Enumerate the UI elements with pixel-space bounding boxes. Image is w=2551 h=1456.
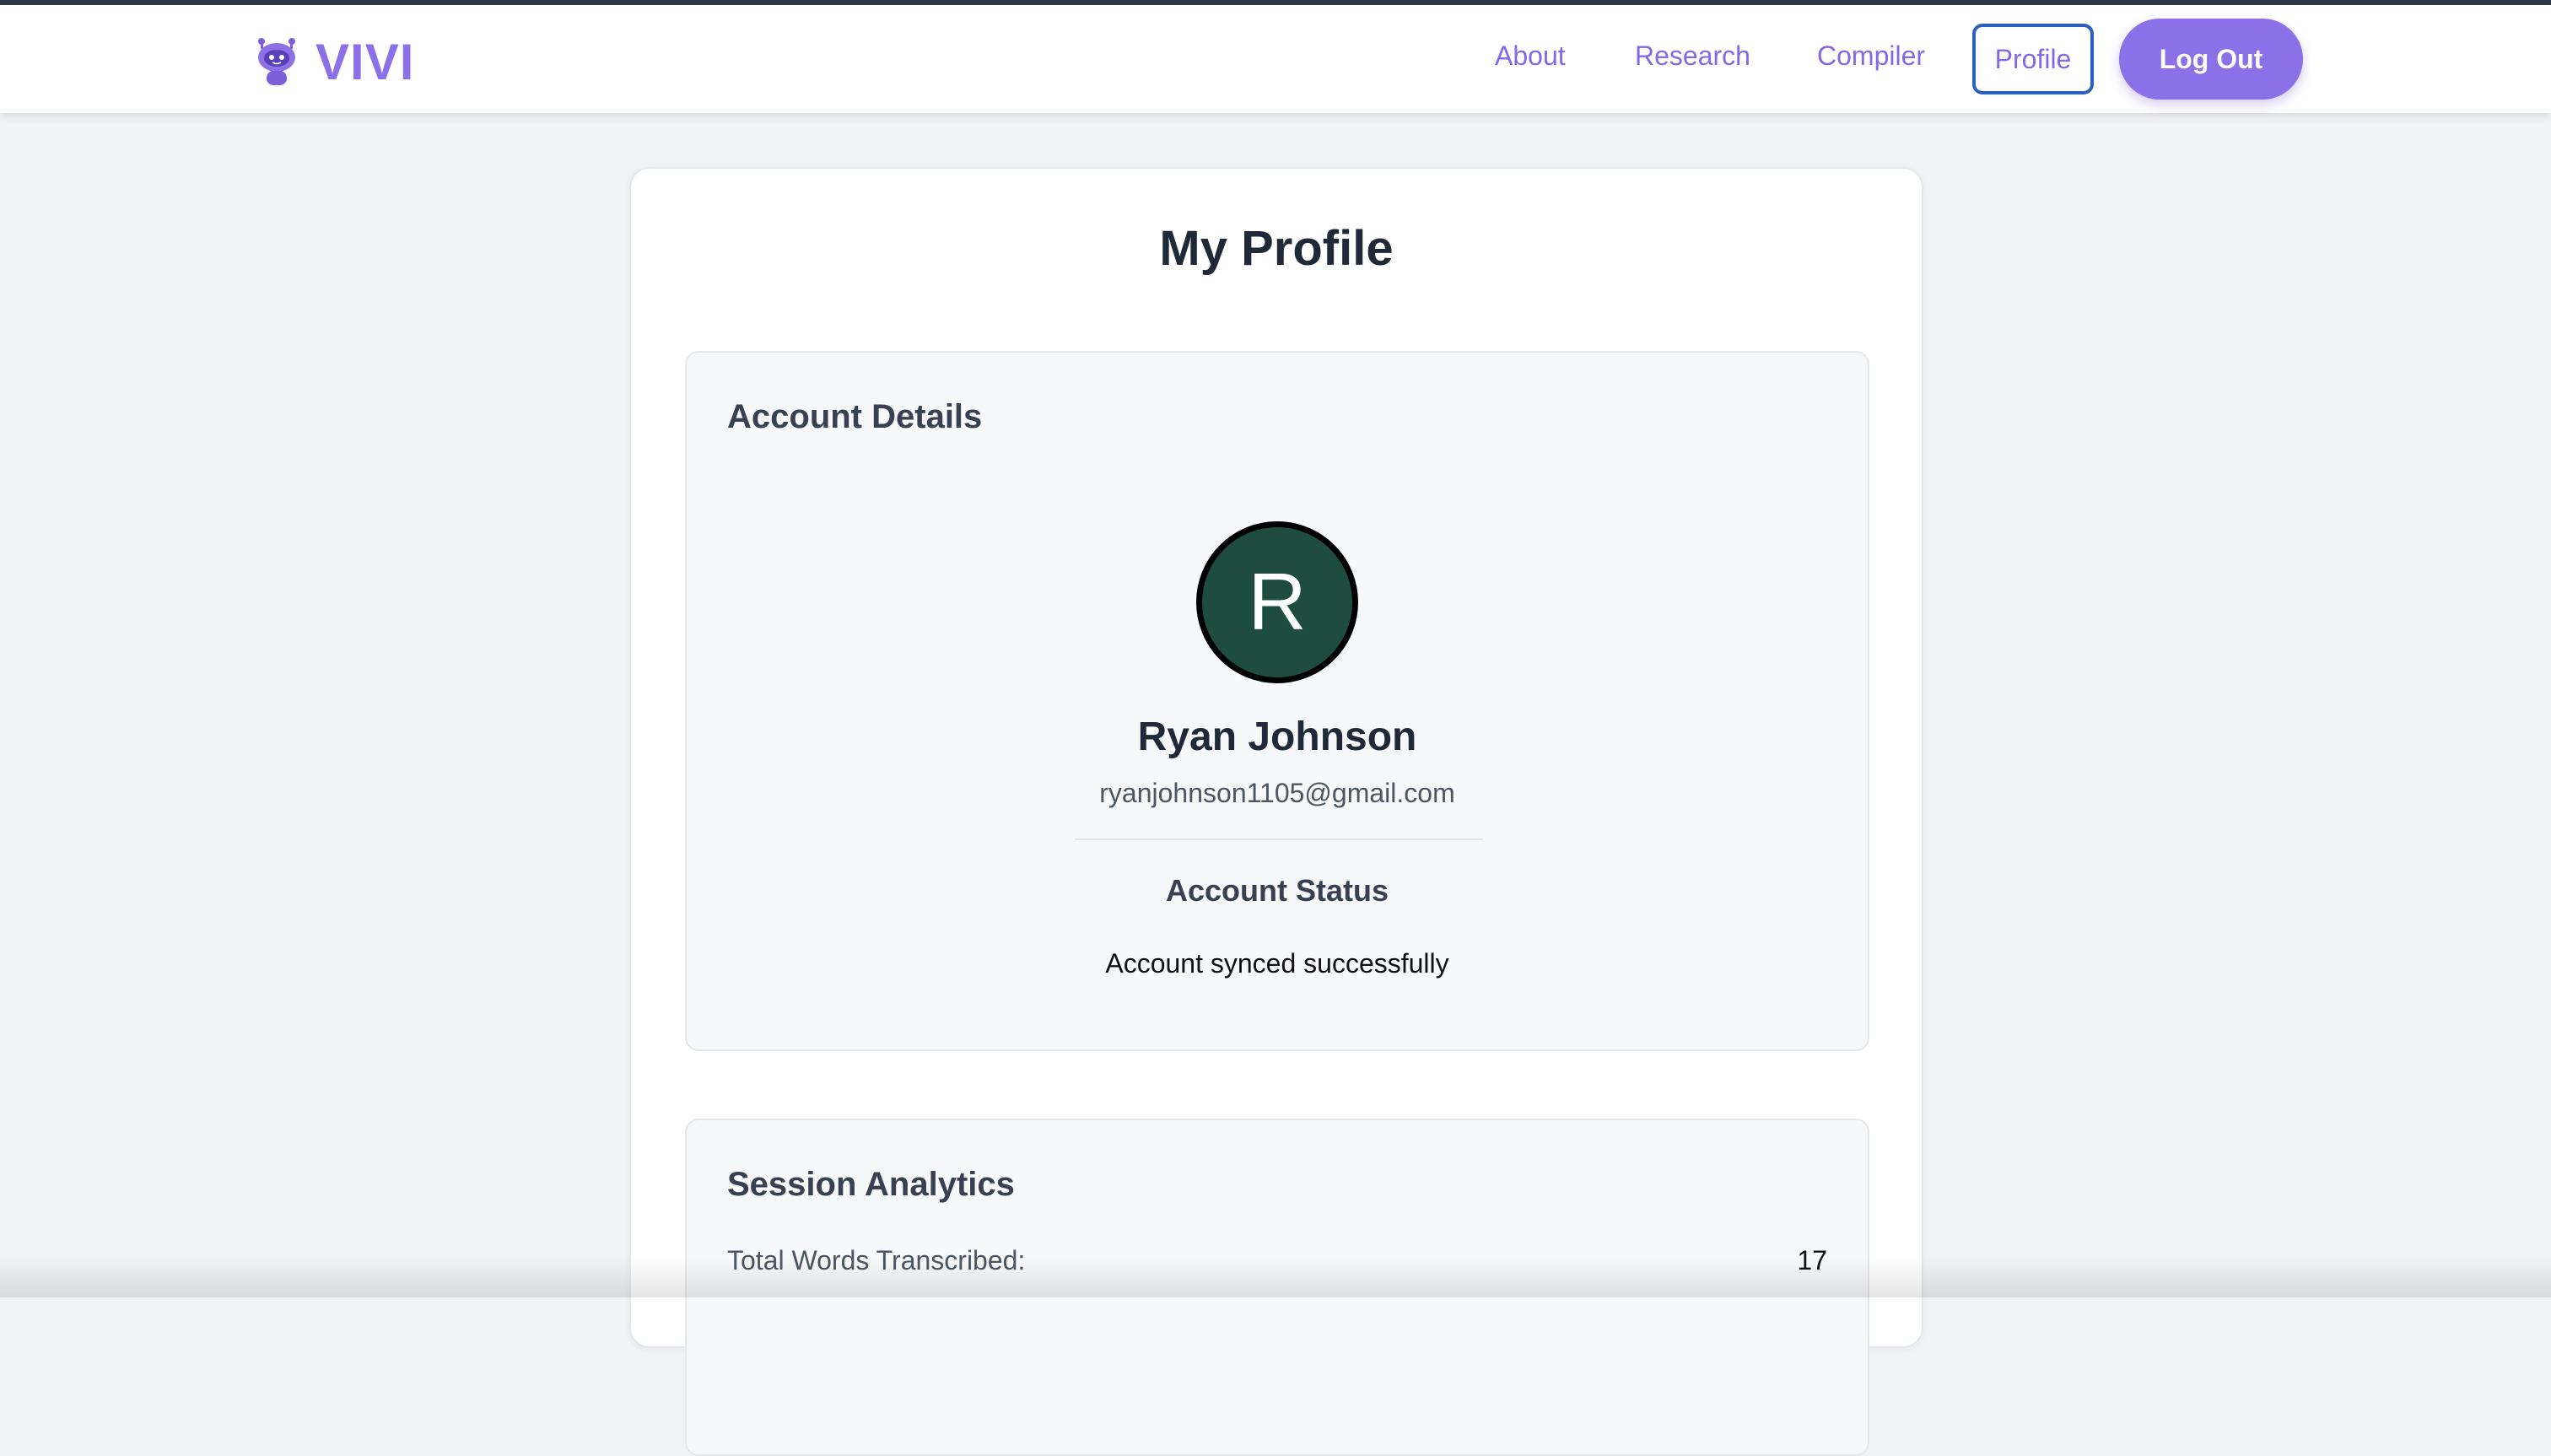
divider <box>1075 839 1483 840</box>
brand-logo-link[interactable]: VIVI <box>253 29 414 96</box>
user-name: Ryan Johnson <box>1137 715 1417 759</box>
account-status-text: Account synced successfully <box>1105 948 1449 979</box>
stat-row-total-words: Total Words Transcribed: 17 <box>727 1243 1827 1277</box>
account-details-heading: Account Details <box>727 398 983 435</box>
nav-compiler-link[interactable]: Compiler <box>1817 42 1925 69</box>
user-email: ryanjohnson1105@gmail.com <box>1099 778 1455 808</box>
session-analytics-panel: Session Analytics Total Words Transcribe… <box>685 1119 1869 1456</box>
robot-mascot-icon <box>258 38 295 85</box>
nav-about-link[interactable]: About <box>1495 42 1566 69</box>
stat-label: Total Words Transcribed: <box>727 1244 1026 1275</box>
nav-research-link[interactable]: Research <box>1635 42 1750 69</box>
profile-card: My Profile Account Details R Ryan Johnso… <box>629 167 1923 1456</box>
nav-profile-button[interactable]: Profile <box>1972 24 2094 94</box>
navbar: VIVI About Research Compiler Profile Log… <box>0 5 2551 113</box>
avatar: R <box>1196 521 1358 683</box>
stat-value: 17 <box>1797 1244 1827 1275</box>
account-details-panel: Account Details R Ryan Johnson ryanjohns… <box>685 351 1869 1051</box>
logout-button[interactable]: Log Out <box>2119 19 2303 100</box>
session-analytics-heading: Session Analytics <box>727 1166 1015 1203</box>
account-status-heading: Account Status <box>1165 873 1389 908</box>
brand-name: VIVI <box>316 34 415 90</box>
page-title: My Profile <box>1159 221 1394 276</box>
